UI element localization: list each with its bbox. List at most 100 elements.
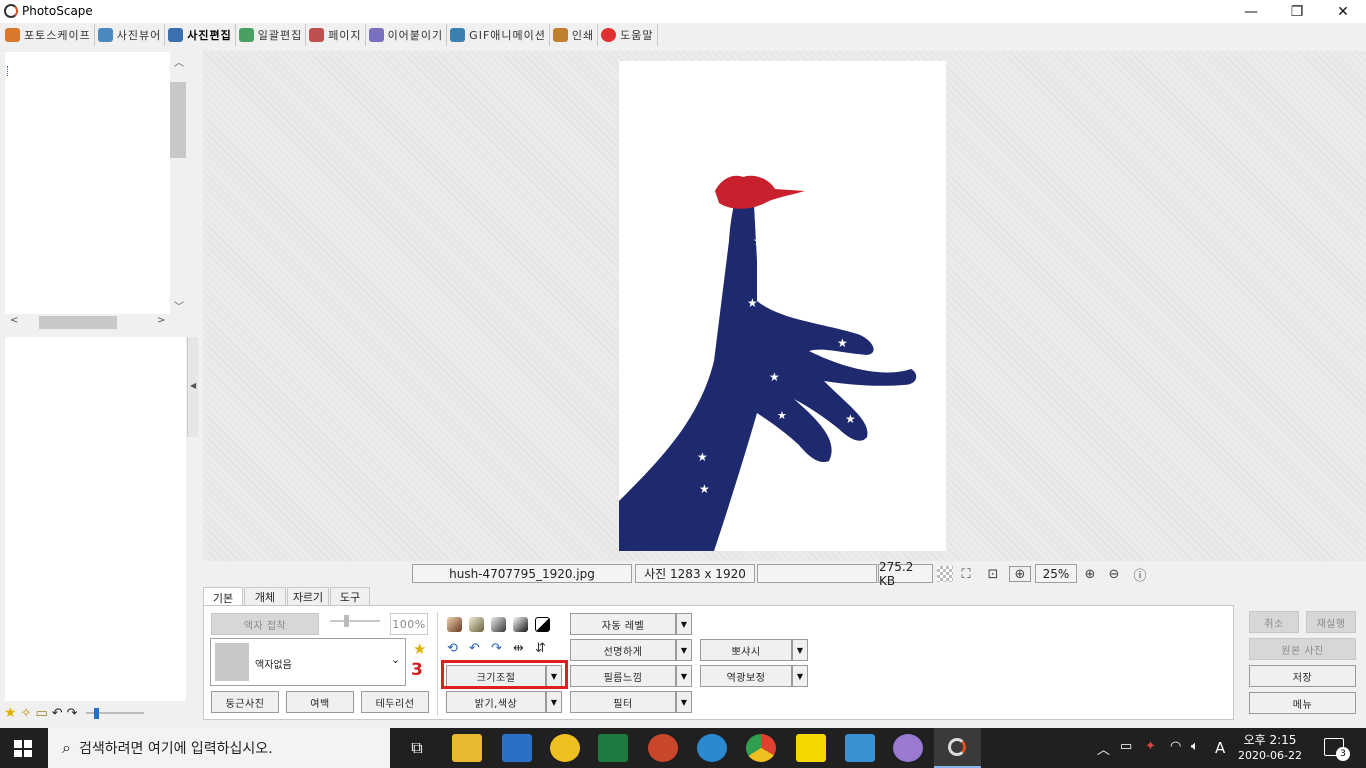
open-folder-icon[interactable]: ▭	[35, 706, 47, 721]
sepia-tone-icon[interactable]	[447, 617, 462, 632]
transparency-icon[interactable]	[937, 566, 953, 582]
frame-opacity-slider[interactable]	[330, 615, 380, 627]
tab-tools[interactable]: 도구	[330, 587, 370, 606]
pane-splitter[interactable]: ◀	[187, 337, 198, 437]
undo-button[interactable]: 취소	[1249, 611, 1299, 633]
forward-arrow-icon[interactable]: ↷	[67, 706, 78, 721]
tab-photoscape[interactable]: 포토스케이프	[2, 24, 95, 46]
margin-button[interactable]: 여백	[286, 691, 354, 713]
flip-horizontal-icon[interactable]: ⇹	[513, 641, 524, 656]
frame-percent[interactable]: 100%	[390, 613, 428, 635]
sharpen-button[interactable]: 선명하게	[570, 639, 676, 661]
tab-combine[interactable]: 이어붙이기	[366, 24, 448, 46]
scroll-down-icon[interactable]: ﹀	[174, 298, 184, 313]
rotate-left-icon[interactable]: ↶	[469, 641, 480, 656]
thumbnail-list[interactable]	[5, 337, 186, 701]
back-arrow-icon[interactable]: ↶	[52, 706, 63, 721]
warm-tone-icon[interactable]	[469, 617, 484, 632]
notification-center-icon[interactable]: 3	[1324, 738, 1350, 761]
tray-chevron-icon[interactable]: ︿	[1097, 739, 1110, 758]
zoom-out-icon[interactable]: ⊖	[1106, 566, 1122, 582]
rotate-right-icon[interactable]: ↷	[491, 641, 502, 656]
restore-button[interactable]: ❐	[1274, 0, 1320, 23]
close-button[interactable]: ✕	[1320, 0, 1366, 23]
store-icon[interactable]	[502, 734, 532, 762]
sharpen-dropdown-arrow-icon[interactable]: ▼	[676, 639, 692, 661]
chrome-browser-icon[interactable]	[746, 734, 776, 762]
scroll-thumb[interactable]	[170, 82, 186, 158]
clock-time[interactable]: 오후 2:15	[1238, 731, 1302, 748]
grayscale-icon[interactable]	[491, 617, 506, 632]
original-photo-button[interactable]: 원본 사진	[1249, 638, 1356, 660]
brightness-color-button[interactable]: 밝기,색상	[446, 691, 546, 713]
favorite-star-icon[interactable]: ★	[4, 705, 17, 721]
battery-icon[interactable]: ▭	[1120, 739, 1132, 754]
info-icon[interactable]: ⓘ	[1132, 566, 1148, 584]
redo-button[interactable]: 재실행	[1306, 611, 1356, 633]
volume-icon[interactable]: 🔈︎	[1191, 739, 1199, 754]
tab-object[interactable]: 개체	[244, 587, 286, 606]
border-line-button[interactable]: 테두리선	[361, 691, 429, 713]
auto-level-button[interactable]: 자동 레벨	[570, 613, 676, 635]
minimize-button[interactable]: —	[1228, 0, 1274, 23]
scroll-right-icon[interactable]: >	[157, 315, 165, 326]
tab-viewer[interactable]: 사진뷰어	[95, 24, 166, 46]
auto-level-dropdown-arrow-icon[interactable]: ▼	[676, 613, 692, 635]
collapse-arrow-icon[interactable]: ◀	[190, 381, 196, 390]
ime-indicator[interactable]: A	[1215, 739, 1225, 757]
flip-vertical-icon[interactable]: ⇵	[535, 641, 546, 656]
backlight-dropdown-arrow-icon[interactable]: ▼	[792, 665, 808, 687]
powerpoint-icon[interactable]	[648, 734, 678, 762]
menu-button[interactable]: 메뉴	[1249, 692, 1356, 714]
brightness-dropdown-arrow-icon[interactable]: ▼	[546, 691, 562, 713]
rotate-free-icon[interactable]: ⟲	[447, 641, 458, 656]
scroll-thumb-horizontal[interactable]	[39, 316, 117, 329]
tree-horizontal-scrollbar[interactable]: < >	[5, 314, 186, 331]
media-player-icon[interactable]	[550, 734, 580, 762]
tab-batch[interactable]: 일괄편집	[236, 24, 307, 46]
tab-editor[interactable]: 사진편집	[165, 24, 236, 46]
paint-icon[interactable]	[893, 734, 923, 762]
frame-apply-button[interactable]: 액자 접착	[211, 613, 319, 635]
task-view-icon[interactable]: ⧉	[402, 734, 432, 762]
tab-gif[interactable]: GIF애니메이션	[447, 24, 550, 46]
scroll-up-icon[interactable]: ︿	[174, 54, 184, 69]
zoom-actual-icon[interactable]: ⊡	[985, 566, 1001, 582]
tab-print[interactable]: 인쇄	[550, 24, 599, 46]
photo-preview[interactable]: ★ ★ ★ ★ ★ ★ ★ ★	[619, 61, 946, 551]
tab-basic[interactable]: 기본	[203, 587, 243, 607]
film-dropdown-arrow-icon[interactable]: ▼	[676, 665, 692, 687]
photoscape-taskbar-button[interactable]	[934, 728, 981, 768]
scroll-left-icon[interactable]: <	[10, 315, 18, 326]
windows-start-icon[interactable]	[14, 740, 32, 757]
round-photo-button[interactable]: 둥근사진	[211, 691, 279, 713]
zoom-fit-icon[interactable]: ⊕	[1009, 566, 1031, 582]
tab-help[interactable]: 도움말	[598, 24, 658, 46]
dropbox-icon[interactable]: ✦	[1145, 739, 1156, 754]
backlight-button[interactable]: 역광보정	[700, 665, 792, 687]
black-white-icon[interactable]	[513, 617, 528, 632]
folder-tree[interactable]	[5, 52, 170, 314]
tab-crop[interactable]: 자르기	[287, 587, 329, 606]
frame-favorite-star-icon[interactable]: ★	[413, 640, 426, 658]
kakaotalk-icon[interactable]	[796, 734, 826, 762]
edge-browser-icon[interactable]	[697, 734, 727, 762]
taskbar-search-box[interactable]: ⌕ 검색하려면 여기에 입력하십시오.	[48, 728, 390, 768]
favorites-folder-icon[interactable]: ✧	[21, 706, 32, 721]
tree-vertical-scrollbar[interactable]: ︿ ﹀	[170, 52, 186, 314]
bokeh-dropdown-arrow-icon[interactable]: ▼	[792, 639, 808, 661]
photos-icon[interactable]	[845, 734, 875, 762]
frame-dropdown[interactable]: 액자없음 ⌄	[210, 638, 406, 686]
wifi-icon[interactable]: ◠	[1170, 739, 1181, 754]
zoom-in-icon[interactable]: ⊕	[1082, 566, 1098, 582]
save-button[interactable]: 저장	[1249, 665, 1356, 687]
fit-screen-icon[interactable]: ⛶	[958, 566, 974, 582]
excel-icon[interactable]	[598, 734, 628, 762]
bokeh-button[interactable]: 뽀샤시	[700, 639, 792, 661]
tab-page[interactable]: 페이지	[306, 24, 366, 46]
filter-button[interactable]: 필터	[570, 691, 676, 713]
negative-icon[interactable]	[535, 617, 550, 632]
file-explorer-icon[interactable]	[452, 734, 482, 762]
film-effect-button[interactable]: 필름느낌	[570, 665, 676, 687]
clock-date[interactable]: 2020-06-22	[1238, 749, 1302, 762]
